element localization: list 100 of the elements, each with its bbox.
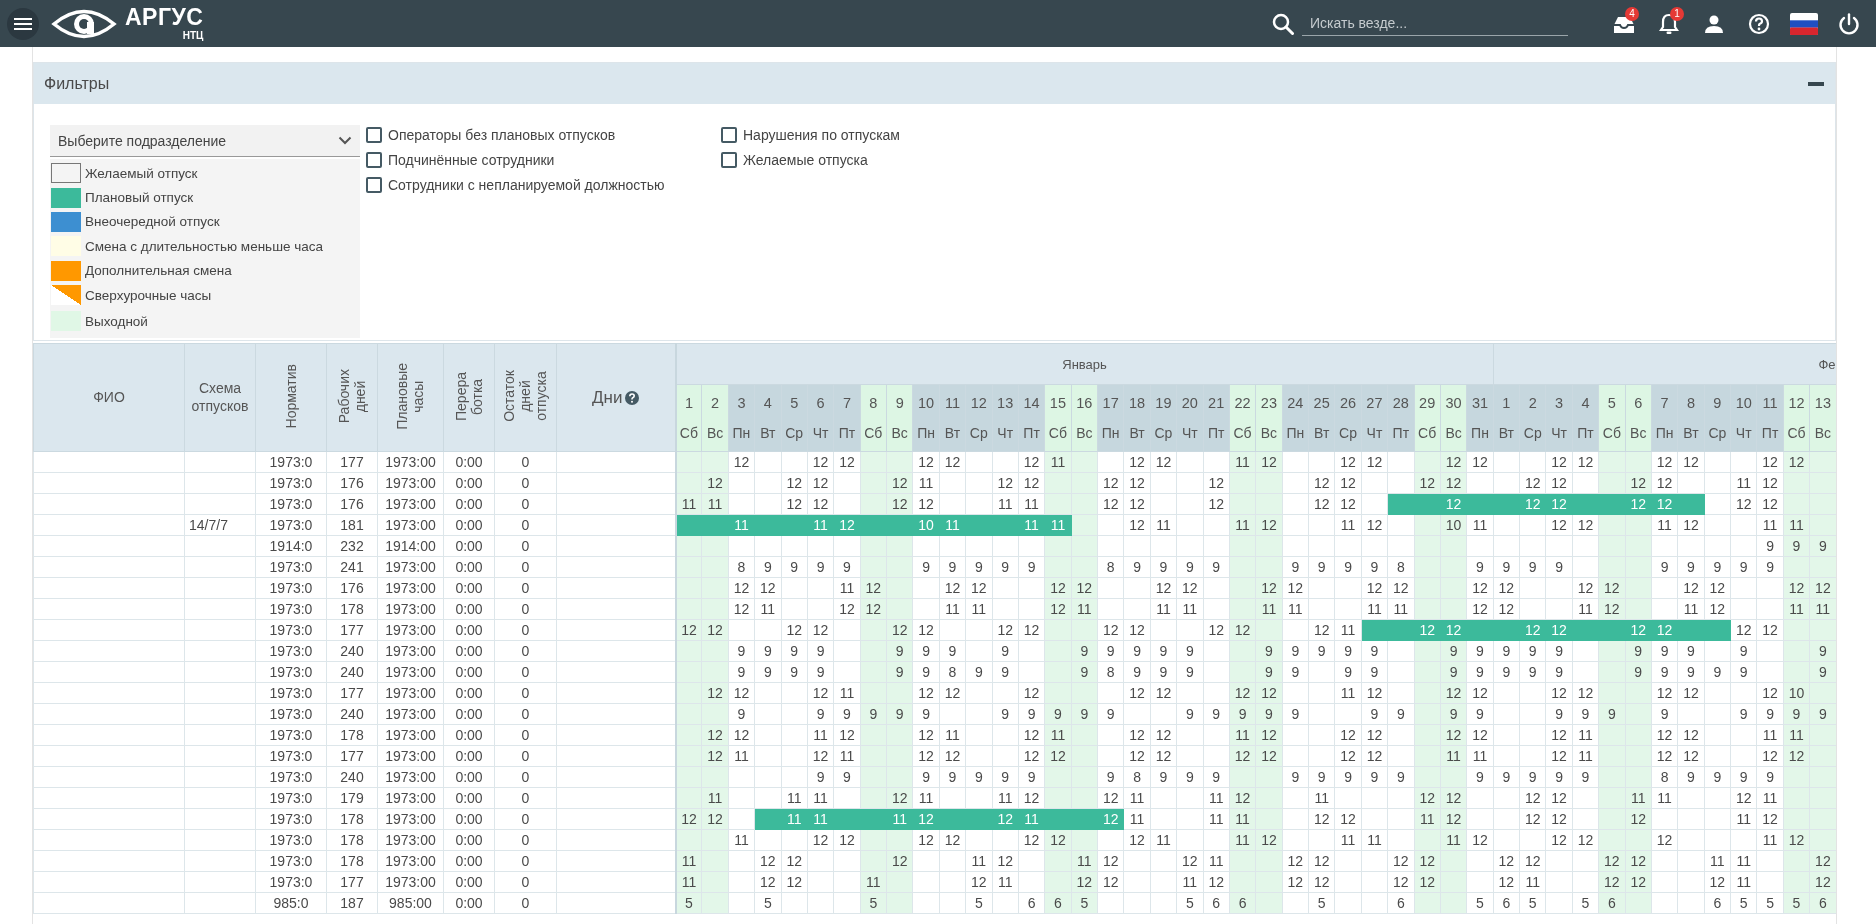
department-dropdown[interactable]: Выберите подразделение (50, 125, 360, 157)
table-cell: 12 (1282, 871, 1309, 893)
column-header[interactable]: Остаток дней отпуска (494, 343, 557, 452)
weekday-label: Пт (1576, 425, 1595, 440)
table-cell: 12 (1519, 472, 1546, 494)
table-cell: 11 (992, 787, 1019, 809)
day-number: 25 (1312, 396, 1331, 411)
table-cell: 9 (1493, 640, 1520, 662)
table-cell: 9 (1677, 556, 1705, 578)
day-number: 27 (1365, 396, 1384, 411)
table-cell: 0:00 (443, 808, 495, 830)
legend-label: Дополнительная смена (85, 263, 232, 279)
table-cell: 9 (1677, 640, 1705, 662)
checkbox[interactable] (366, 177, 382, 193)
table-cell: 9 (1730, 766, 1757, 788)
column-header[interactable]: Норматив (255, 343, 327, 452)
table-cell: 1973:0 (255, 703, 327, 725)
notifications-button[interactable]: 1 (1654, 8, 1684, 39)
day-number: 7 (1659, 396, 1670, 411)
count-badge: 1 (1670, 6, 1684, 21)
app-subtitle: НТЦ (182, 31, 204, 41)
weekday-label: Вс (1629, 425, 1648, 440)
table-cell: 1973:00 (377, 619, 444, 641)
table-cell: 12 (1545, 682, 1573, 704)
table-cell: 12 (992, 619, 1019, 641)
table-cell: 12 (1097, 493, 1124, 515)
table-cell: 12 (1123, 745, 1151, 767)
search-icon[interactable] (1272, 12, 1294, 35)
table-cell: 178 (326, 808, 378, 830)
table-cell: 11 (1387, 598, 1414, 620)
table-cell: 12 (1123, 619, 1151, 641)
table-cell: 11 (965, 598, 992, 620)
weekday-label: Сб (863, 425, 884, 440)
column-header[interactable]: ФИО (33, 343, 185, 452)
table-cell: 9 (754, 556, 781, 578)
table-cell: 9 (1150, 661, 1177, 683)
table-cell: 12 (754, 871, 781, 893)
search-field[interactable]: Искать везде... (1302, 11, 1568, 36)
table-cell: 12 (1730, 493, 1757, 515)
legend-label: Внеочередной отпуск (85, 214, 220, 230)
checkbox[interactable] (721, 152, 737, 168)
table-cell: 12 (965, 577, 992, 599)
column-header[interactable]: Дни (592, 387, 623, 408)
table-cell: 12 (781, 850, 808, 872)
table-cell: 12 (1123, 682, 1151, 704)
table-cell: 11 (1756, 829, 1784, 851)
weekday-label: Вс (705, 425, 725, 440)
checkbox[interactable] (366, 127, 382, 143)
table-cell: 12 (1493, 577, 1520, 599)
column-header[interactable]: Плановые часы (377, 343, 444, 452)
table-cell: 0 (494, 514, 557, 536)
table-cell: 12 (728, 577, 755, 599)
weekday-label: Пн (1654, 425, 1675, 440)
inbox-button[interactable]: 4 (1609, 8, 1639, 39)
table-cell: 12 (1097, 850, 1124, 872)
table-cell: 12 (1651, 451, 1678, 473)
table-cell: 9 (1545, 556, 1573, 578)
table-cell: 9 (1361, 661, 1388, 683)
table-cell: 9 (1493, 661, 1520, 683)
table-cell: 9 (1361, 556, 1388, 578)
checkbox[interactable] (721, 127, 737, 143)
table-cell: 12 (1651, 724, 1678, 746)
table-cell: 0 (494, 808, 557, 830)
table-cell: 177 (326, 745, 378, 767)
table-cell: 12 (1651, 829, 1678, 851)
table-cell: 11 (1756, 724, 1784, 746)
day-number: 8 (868, 396, 879, 411)
column-header[interactable]: Рабочих дней (326, 343, 378, 452)
table-cell: 12 (1123, 724, 1151, 746)
table-cell: 11 (754, 598, 781, 620)
table-cell: 9 (1334, 640, 1362, 662)
table-cell: 11 (1123, 787, 1151, 809)
table-cell: 9 (1097, 703, 1124, 725)
table-cell: 12 (1730, 787, 1757, 809)
table-cell: 12 (1018, 787, 1045, 809)
table-cell: 0 (494, 766, 557, 788)
table-cell: 9 (1282, 640, 1309, 662)
table-cell: 12 (912, 619, 940, 641)
weekday-label: Пт (1022, 425, 1041, 440)
table-cell: 9 (1519, 556, 1546, 578)
table-cell: 1914:0 (255, 535, 327, 557)
weekday-label: Чт (1365, 425, 1384, 440)
checkbox[interactable] (366, 152, 382, 168)
column-header[interactable]: Перера ботка (443, 343, 495, 452)
day-number: 13 (996, 396, 1015, 411)
legend-label: Плановый отпуск (85, 190, 194, 206)
month-header: Январь (675, 343, 1494, 385)
day-number: 12 (1787, 396, 1806, 411)
table-cell: 12 (1203, 619, 1230, 641)
day-number: 10 (917, 396, 936, 411)
table-cell: 9 (1176, 703, 1203, 725)
table-cell: 5 (965, 892, 992, 914)
help-icon[interactable] (625, 390, 640, 405)
table-cell: 9 (1519, 640, 1546, 662)
table-cell: 12 (1572, 577, 1599, 599)
table-cell: 11 (1730, 808, 1757, 830)
table-cell: 0 (494, 703, 557, 725)
column-header[interactable]: Схема отпусков (184, 343, 256, 452)
menu-button[interactable] (7, 7, 39, 40)
table-cell: 11 (728, 829, 755, 851)
